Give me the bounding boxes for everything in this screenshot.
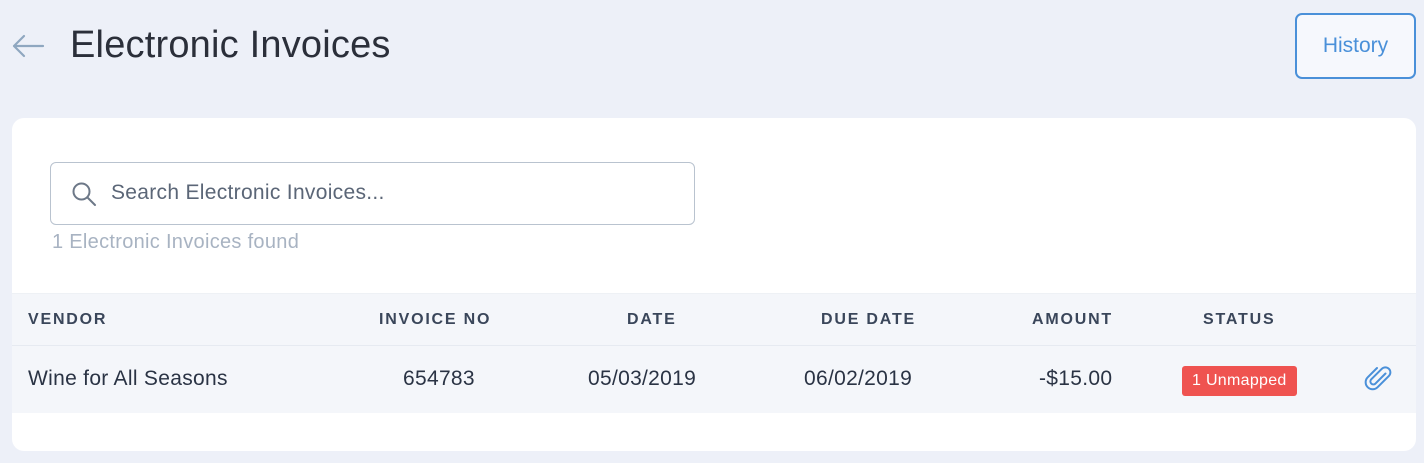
- column-header-invoice-no: INVOICE NO: [379, 311, 492, 328]
- column-header-date: DATE: [627, 311, 677, 328]
- invoice-no-cell: 654783: [403, 367, 475, 390]
- column-header-due-date: DUE DATE: [821, 311, 916, 328]
- page-header: Electronic Invoices History: [0, 0, 1424, 100]
- arrow-left-icon: [12, 34, 45, 58]
- table-row[interactable]: Wine for All Seasons 654783 05/03/2019 0…: [12, 345, 1416, 413]
- vendor-cell: Wine for All Seasons: [28, 367, 228, 390]
- column-header-amount: AMOUNT: [1032, 311, 1114, 328]
- history-button[interactable]: History: [1295, 13, 1416, 79]
- status-badge: 1 Unmapped: [1182, 366, 1297, 396]
- results-count: 1 Electronic Invoices found: [52, 231, 300, 253]
- search-input[interactable]: [111, 163, 681, 223]
- back-button[interactable]: [10, 28, 46, 64]
- search-icon: [72, 182, 96, 206]
- amount-cell: -$15.00: [1039, 367, 1113, 390]
- column-header-status: STATUS: [1203, 311, 1276, 328]
- paperclip-icon[interactable]: [1364, 364, 1394, 394]
- due-date-cell: 06/02/2019: [804, 367, 913, 390]
- date-cell: 05/03/2019: [588, 367, 697, 390]
- search-box[interactable]: [50, 162, 695, 225]
- invoices-card: 1 Electronic Invoices found VENDOR INVOI…: [12, 118, 1416, 451]
- table-header: VENDOR INVOICE NO DATE DUE DATE AMOUNT S…: [12, 293, 1416, 345]
- page-title: Electronic Invoices: [70, 24, 391, 66]
- column-header-vendor: VENDOR: [28, 311, 108, 328]
